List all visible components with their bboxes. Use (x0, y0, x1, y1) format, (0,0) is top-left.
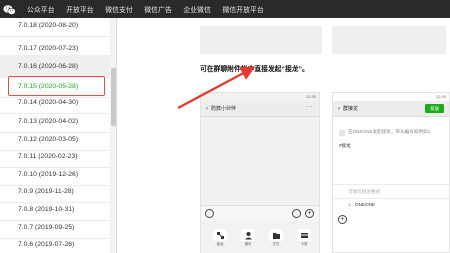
main-content: 可在群聊附件栏中直接发起“接龙”。 12:30 ‹ 防弊小伙伴 ··· + 接龙 (118, 18, 450, 253)
top-nav: 公众平台 开放平台 微信支付 微信广告 企业微信 微信开放平台 (0, 0, 450, 18)
nav-link-wechat-pay[interactable]: 微信支付 (105, 4, 133, 14)
annotation-arrow (118, 18, 450, 253)
version-sidebar: 7.0.18 (2020-08-20) 7.0.17 (2020-07-23) … (0, 18, 117, 253)
nav-link-wechat-ads[interactable]: 微信广告 (144, 4, 172, 14)
version-item[interactable]: 7.0.18 (2020-08-20) (0, 18, 110, 37)
sidebar-scroll-thumb[interactable] (111, 68, 116, 126)
app-root: 公众平台 开放平台 微信支付 微信广告 企业微信 微信开放平台 7.0.18 (… (0, 0, 450, 253)
sidebar-scroll-track[interactable] (110, 18, 116, 253)
nav-link-open-platform[interactable]: 开放平台 (66, 4, 94, 14)
nav-link-work-wechat[interactable]: 企业微信 (183, 4, 211, 14)
wechat-logo-icon[interactable] (3, 3, 16, 15)
nav-links: 公众平台 开放平台 微信支付 微信广告 企业微信 微信开放平台 (27, 0, 275, 18)
nav-link-official-platform[interactable]: 公众平台 (27, 4, 55, 14)
version-item[interactable]: 7.0.6 (2019-07-26) (0, 233, 110, 253)
nav-link-wechat-open[interactable]: 微信开放平台 (222, 4, 263, 14)
highlight-box (8, 76, 105, 96)
